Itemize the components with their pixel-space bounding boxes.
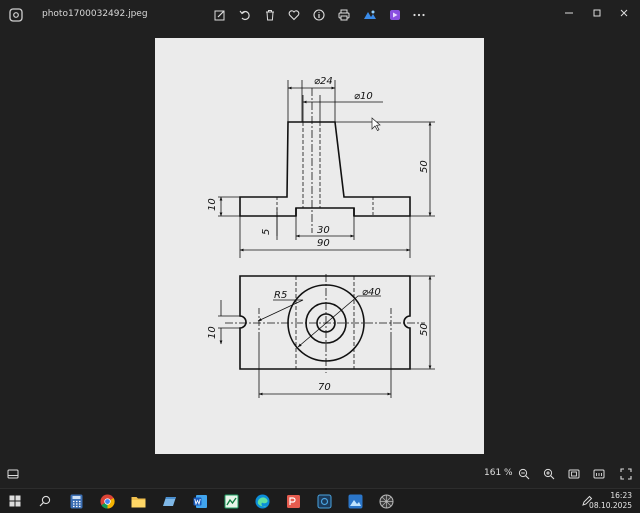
dim-overall-width: 90 xyxy=(317,238,330,249)
dim-hole: ⌀10 xyxy=(354,91,373,102)
start-button[interactable] xyxy=(6,492,24,510)
title-bar: photo1700032492.jpeg xyxy=(0,0,640,30)
more-options-button[interactable] xyxy=(411,7,427,23)
taskbar-excel-like[interactable] xyxy=(222,492,240,510)
print-button[interactable] xyxy=(336,7,352,23)
clock-date: 08.10.2025 xyxy=(589,501,632,510)
rotate-icon xyxy=(239,10,250,21)
windows-logo-icon xyxy=(9,495,21,507)
dim-radius: R5 xyxy=(274,290,287,301)
delete-icon xyxy=(266,10,274,21)
search-button[interactable] xyxy=(36,492,54,510)
zoom-in-button[interactable] xyxy=(541,466,557,482)
filmstrip-button[interactable] xyxy=(5,466,21,482)
zoom-in-icon xyxy=(543,468,555,480)
zoom-out-icon xyxy=(518,468,530,480)
taskbar-edge[interactable] xyxy=(253,492,271,510)
search-icon xyxy=(39,495,51,507)
status-bar: 161 % xyxy=(0,460,640,488)
photos-taskbar-icon xyxy=(348,494,362,508)
photos-app-icon xyxy=(9,8,23,22)
info-button[interactable] xyxy=(311,7,327,23)
edit-image-button[interactable] xyxy=(212,7,228,23)
dim-height: 50 xyxy=(419,160,430,173)
spreadsheet-icon xyxy=(224,494,238,508)
app-tile-icon xyxy=(317,494,331,508)
print-icon xyxy=(338,9,350,21)
rotate-button[interactable] xyxy=(237,7,253,23)
fit-to-window-button[interactable] xyxy=(566,466,582,482)
app-window-icon xyxy=(162,496,176,506)
edge-icon xyxy=(254,493,270,509)
maximize-icon xyxy=(593,9,601,17)
zoom-level: 161 % xyxy=(484,468,513,478)
dim-hole-spacing: 70 xyxy=(318,382,331,393)
taskbar-app-circle[interactable] xyxy=(377,492,395,510)
minimize-icon xyxy=(565,12,573,14)
front-view-outline xyxy=(239,121,411,217)
top-view-outline xyxy=(239,275,411,370)
image-viewport[interactable]: ⌀24 ⌀10 50 10 5 30 90 R5 ⌀40 10 50 70 xyxy=(0,30,640,460)
technical-drawing: ⌀24 ⌀10 50 10 5 30 90 R5 ⌀40 10 50 70 xyxy=(207,76,435,398)
mouse-cursor-icon xyxy=(371,117,381,131)
taskbar-app-dark[interactable] xyxy=(315,492,333,510)
dim-base-thickness: 10 xyxy=(207,198,218,211)
dim-slot-width: 30 xyxy=(317,225,330,236)
drawing-photo: ⌀24 ⌀10 50 10 5 30 90 R5 ⌀40 10 50 70 xyxy=(155,38,484,454)
app-circle-icon xyxy=(379,494,393,508)
word-icon xyxy=(193,494,207,508)
folder-icon xyxy=(131,496,145,507)
dim-top-width: ⌀24 xyxy=(314,76,333,87)
edit-app-icon xyxy=(364,10,376,19)
dim-plan-height: 50 xyxy=(419,323,430,336)
more-icon xyxy=(413,13,425,17)
favorite-icon xyxy=(288,10,300,21)
clock-time: 16:23 xyxy=(610,491,632,500)
actual-size-button[interactable] xyxy=(591,466,607,482)
clipchamp-icon xyxy=(390,10,400,20)
delete-button[interactable] xyxy=(262,7,278,23)
fit-window-icon xyxy=(568,469,580,479)
taskbar-calculator[interactable] xyxy=(67,492,85,510)
close-button[interactable] xyxy=(612,4,636,22)
favorite-button[interactable] xyxy=(286,7,302,23)
taskbar-app-blue[interactable] xyxy=(160,492,178,510)
calculator-icon xyxy=(70,494,82,508)
info-icon xyxy=(313,9,325,21)
pdf-icon xyxy=(286,494,300,508)
close-icon xyxy=(620,9,628,17)
minimize-button[interactable] xyxy=(557,4,581,22)
maximize-button[interactable] xyxy=(585,4,609,22)
fullscreen-button[interactable] xyxy=(618,466,634,482)
taskbar: 16:23 08.10.2025 xyxy=(0,488,640,513)
taskbar-chrome[interactable] xyxy=(98,492,116,510)
edit-image-icon xyxy=(214,10,225,21)
clipchamp-button[interactable] xyxy=(387,7,403,23)
fullscreen-icon xyxy=(620,468,632,480)
dim-slot-height: 10 xyxy=(207,326,218,339)
chrome-icon xyxy=(99,493,115,509)
filmstrip-icon xyxy=(7,469,19,479)
dim-step: 5 xyxy=(261,229,272,235)
window-title: photo1700032492.jpeg xyxy=(42,9,148,19)
dim-circle: ⌀40 xyxy=(362,287,381,298)
taskbar-photos[interactable] xyxy=(346,492,364,510)
taskbar-word[interactable] xyxy=(191,492,209,510)
taskbar-pdf[interactable] xyxy=(284,492,302,510)
system-clock[interactable]: 16:23 08.10.2025 xyxy=(589,491,632,511)
taskbar-file-explorer[interactable] xyxy=(129,492,147,510)
zoom-out-button[interactable] xyxy=(516,466,532,482)
edit-in-app-button[interactable] xyxy=(362,7,378,23)
actual-size-icon xyxy=(593,469,605,479)
